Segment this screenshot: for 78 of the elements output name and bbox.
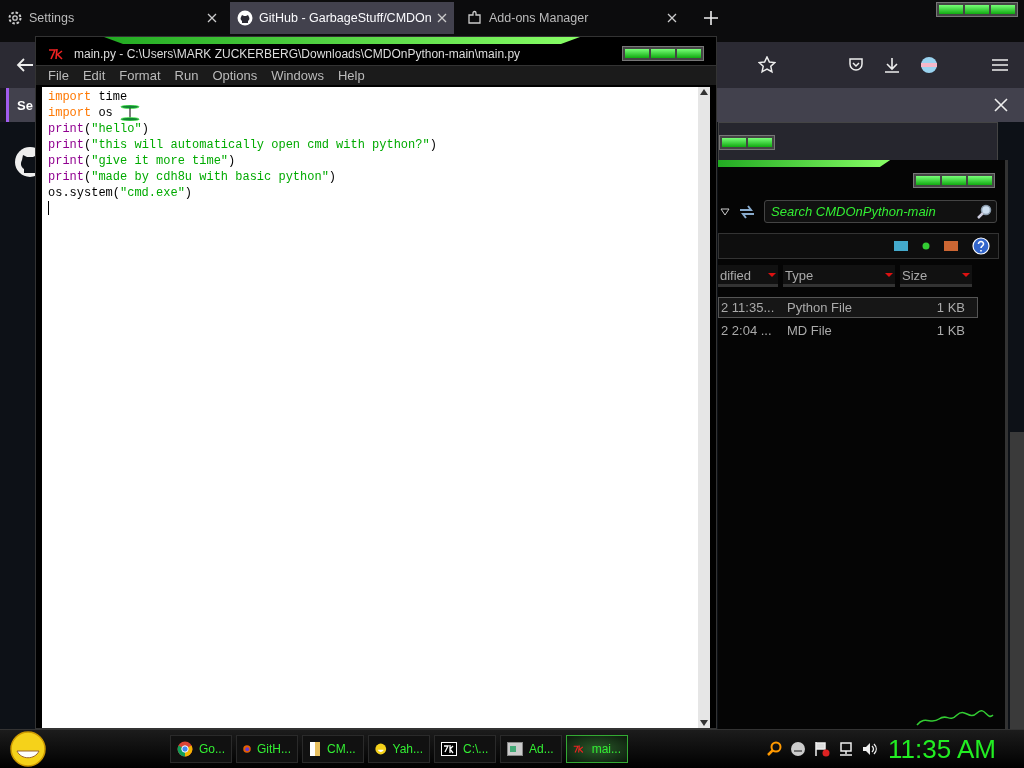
search-icon — [976, 203, 992, 220]
file-row[interactable]: 2 2:04 ... MD File 1 KB — [718, 320, 978, 341]
start-button[interactable] — [8, 731, 48, 767]
code-line: import os — [48, 105, 113, 121]
file-row[interactable]: 2 11:35... Python File 1 KB — [718, 297, 978, 318]
account-icon[interactable] — [920, 56, 938, 74]
window-controls[interactable] — [719, 135, 775, 150]
search-icon[interactable] — [766, 741, 783, 757]
close-icon[interactable] — [437, 13, 447, 23]
close-icon[interactable] — [207, 13, 217, 23]
menu-item[interactable]: Options — [212, 68, 258, 83]
window-controls[interactable] — [936, 2, 1018, 17]
scroll-down-icon[interactable] — [700, 720, 708, 726]
pocket-icon[interactable] — [848, 57, 864, 73]
code-line: print("hello") — [48, 121, 149, 137]
column-header[interactable]: Size — [900, 265, 972, 287]
idle-logo-icon — [573, 742, 586, 756]
taskbar-button[interactable]: GitH... — [236, 735, 298, 763]
table-cell-text: Python File — [786, 300, 854, 315]
network-icon[interactable] — [838, 741, 855, 757]
taskbar-button[interactable]: mai... — [566, 735, 628, 763]
notification-text: Se — [17, 97, 33, 113]
window-icon — [507, 742, 523, 756]
search-field[interactable]: Search CMDOnPython-main — [764, 200, 997, 223]
puzzle-icon — [467, 10, 483, 26]
new-tab-icon[interactable] — [704, 11, 718, 25]
window-title: main.py - C:\Users\MARK ZUCKERBERG\Downloads\CMDOnPython-main\main.py — [74, 46, 521, 61]
clock: 11:35 AM — [888, 733, 996, 765]
menu-item[interactable]: Windows — [271, 68, 324, 83]
help-icon[interactable] — [972, 237, 990, 255]
column-header[interactable]: dified — [718, 265, 778, 287]
smiley-icon[interactable] — [790, 741, 807, 757]
code-line: os.system("cmd.exe") — [48, 185, 193, 201]
window-controls[interactable] — [913, 173, 995, 188]
speaker-icon[interactable] — [862, 741, 879, 757]
star-icon[interactable] — [758, 56, 776, 74]
taskbar-button[interactable]: Yah... — [368, 735, 430, 763]
text-cursor-icon — [120, 105, 140, 121]
table-cell-text: 1 KB — [935, 300, 966, 315]
taskbar-button[interactable]: C:\... — [434, 735, 496, 763]
dropdown-caret-icon[interactable] — [720, 207, 730, 216]
browser-tab[interactable]: Add-ons Manager — [460, 2, 684, 34]
cat-logo-icon — [237, 10, 253, 26]
menu-item[interactable]: Edit — [82, 68, 106, 83]
back-icon[interactable] — [16, 57, 34, 73]
download-icon[interactable] — [884, 57, 900, 73]
smiley-icon — [375, 741, 387, 757]
table-cell-text: 2 11:35... — [720, 300, 776, 315]
flag-icon[interactable] — [814, 741, 831, 757]
menu-item[interactable]: Format — [119, 68, 161, 83]
code-line: print("made by cdh8u with basic python") — [48, 169, 337, 185]
archive-icon — [441, 742, 457, 756]
column-header[interactable]: Type — [783, 265, 895, 287]
table-cell-text: 1 KB — [935, 323, 966, 338]
menu-item[interactable]: File — [48, 68, 69, 83]
code-line: print("this will automatically open cmd with python?") — [48, 137, 437, 153]
menu-item[interactable]: Run — [174, 68, 199, 83]
code-line: import time — [48, 89, 128, 105]
browser-tab[interactable]: Settings — [0, 2, 224, 34]
taskbar-button[interactable]: Go... — [170, 735, 232, 763]
door-icon — [309, 741, 321, 757]
scrollbar[interactable] — [698, 87, 710, 728]
refresh-icon[interactable] — [738, 203, 756, 220]
table-cell-text: MD File — [786, 323, 833, 338]
browser-tab[interactable]: GitHub - GarbageStuff/CMDOn — [230, 2, 454, 34]
code-editor[interactable]: import time import os print("hello") print("this will automatically open cmd with python?") print("give it more time") print("made by cdh8u with basic python") os.system("cmd.exe") — [42, 87, 698, 728]
scrollbar[interactable] — [1010, 432, 1024, 729]
menu-item[interactable]: Help — [337, 68, 365, 83]
menu-icon[interactable] — [992, 58, 1008, 72]
code-line: print("give it more time") — [48, 153, 236, 169]
taskbar-button[interactable]: CM... — [302, 735, 364, 763]
dot-icon[interactable] — [922, 242, 930, 250]
browser-icon — [177, 741, 193, 757]
close-icon[interactable] — [667, 13, 677, 23]
taskbar-button[interactable]: Ad... — [500, 735, 562, 763]
gear-icon — [7, 10, 23, 26]
window-controls[interactable] — [622, 46, 704, 61]
table-cell-text: 2 2:04 ... — [720, 323, 773, 338]
